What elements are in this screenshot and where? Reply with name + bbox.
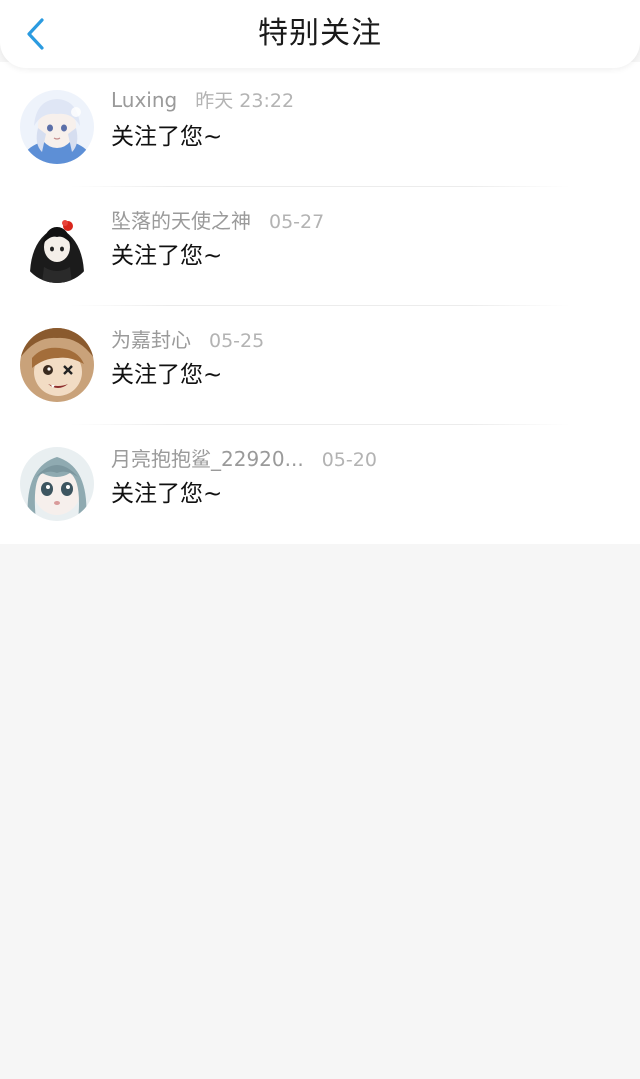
notification-header: 月亮抱抱鲨_22920... 05-20 xyxy=(111,443,377,472)
list-item[interactable]: Luxing 昨天 23:22 关注了您~ xyxy=(0,68,640,187)
notification-header: 坠落的天使之神 05-27 xyxy=(111,205,324,234)
user-name[interactable]: 月亮抱抱鲨_22920... xyxy=(111,447,304,471)
top-bar: 特别关注 xyxy=(0,0,640,68)
user-name[interactable]: 为嘉封心 xyxy=(111,328,191,352)
notification-header: 为嘉封心 05-25 xyxy=(111,324,264,353)
notification-header: Luxing 昨天 23:22 xyxy=(111,86,294,113)
notification-message: 关注了您~ xyxy=(111,243,223,269)
list-item[interactable]: 为嘉封心 05-25 关注了您~ xyxy=(0,306,640,425)
user-name[interactable]: 坠落的天使之神 xyxy=(111,209,251,233)
notification-message: 关注了您~ xyxy=(111,124,223,150)
timestamp: 05-27 xyxy=(269,211,325,233)
list-item[interactable]: 月亮抱抱鲨_22920... 05-20 关注了您~ xyxy=(0,425,640,544)
anime-avatar-white-hair-icon xyxy=(20,90,94,164)
timestamp: 昨天 23:22 xyxy=(195,90,295,112)
avatar[interactable] xyxy=(20,90,94,164)
notification-message: 关注了您~ xyxy=(111,362,223,388)
notification-message: 关注了您~ xyxy=(111,481,223,507)
page-title: 特别关注 xyxy=(258,16,382,51)
user-name[interactable]: Luxing xyxy=(111,88,177,112)
list-item[interactable]: 坠落的天使之神 05-27 关注了您~ xyxy=(0,187,640,306)
avatar[interactable] xyxy=(20,209,94,283)
timestamp: 05-25 xyxy=(209,330,265,352)
anime-avatar-brown-hair-icon xyxy=(20,328,94,402)
avatar[interactable] xyxy=(20,328,94,402)
avatar[interactable] xyxy=(20,447,94,521)
anime-avatar-teal-hair-icon xyxy=(20,447,94,521)
anime-avatar-black-hair-icon xyxy=(20,209,94,283)
timestamp: 05-20 xyxy=(321,449,377,471)
follow-notification-list: Luxing 昨天 23:22 关注了您~ 坠落的天使之神 05-27 关注了您~ xyxy=(0,62,640,544)
